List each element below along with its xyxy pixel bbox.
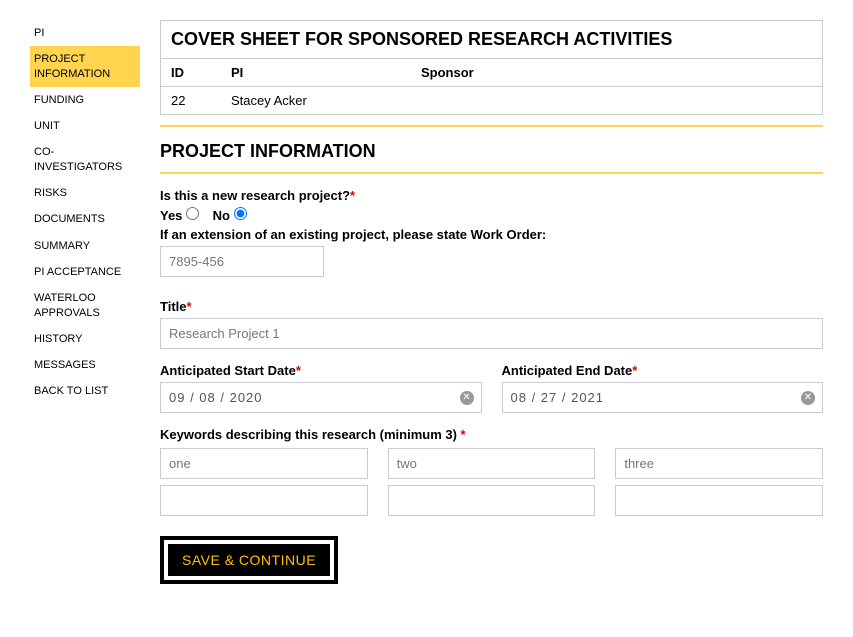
start-date-label: Anticipated Start Date*	[160, 363, 482, 378]
keyword-input-5[interactable]	[388, 485, 596, 516]
radio-yes[interactable]	[186, 207, 199, 220]
col-id: ID	[161, 59, 221, 87]
work-order-label: If an extension of an existing project, …	[160, 227, 823, 242]
new-project-label: Is this a new research project?*	[160, 188, 823, 203]
cell-sponsor	[411, 87, 822, 115]
save-button-highlight: SAVE & CONTINUE	[160, 536, 338, 584]
title-input[interactable]	[160, 318, 823, 349]
keyword-input-3[interactable]	[615, 448, 823, 479]
keyword-input-6[interactable]	[615, 485, 823, 516]
divider	[160, 125, 823, 127]
sidebar-item-summary[interactable]: SUMMARY	[30, 233, 140, 259]
sidebar-item-co-investigators[interactable]: CO-INVESTIGATORS	[30, 139, 140, 180]
title-label: Title*	[160, 299, 823, 314]
radio-yes-label[interactable]: Yes	[160, 208, 203, 223]
clear-icon[interactable]: ✕	[801, 391, 815, 405]
keyword-input-2[interactable]	[388, 448, 596, 479]
cell-pi: Stacey Acker	[221, 87, 411, 115]
save-continue-button[interactable]: SAVE & CONTINUE	[168, 544, 330, 576]
sidebar-item-risks[interactable]: RISKS	[30, 180, 140, 206]
sidebar-item-history[interactable]: HISTORY	[30, 326, 140, 352]
section-title: PROJECT INFORMATION	[160, 141, 823, 162]
keyword-input-4[interactable]	[160, 485, 368, 516]
divider	[160, 172, 823, 174]
cover-sheet-table: ID PI Sponsor 22 Stacey Acker	[161, 59, 822, 114]
start-date-input[interactable]	[160, 382, 482, 413]
sidebar-item-project-information[interactable]: PROJECT INFORMATION	[30, 46, 140, 87]
sidebar-item-pi-acceptance[interactable]: PI ACCEPTANCE	[30, 259, 140, 285]
end-date-input[interactable]	[502, 382, 824, 413]
radio-no-label[interactable]: No	[213, 208, 247, 223]
sidebar-item-back-to-list[interactable]: BACK TO LIST	[30, 378, 140, 404]
page-title: COVER SHEET FOR SPONSORED RESEARCH ACTIV…	[161, 21, 822, 59]
sidebar-item-documents[interactable]: DOCUMENTS	[30, 206, 140, 232]
end-date-label: Anticipated End Date*	[502, 363, 824, 378]
sidebar: PI PROJECT INFORMATION FUNDING UNIT CO-I…	[30, 20, 140, 584]
sidebar-item-funding[interactable]: FUNDING	[30, 87, 140, 113]
radio-no[interactable]	[234, 207, 247, 220]
sidebar-item-waterloo-approvals[interactable]: WATERLOO APPROVALS	[30, 285, 140, 326]
cell-id: 22	[161, 87, 221, 115]
sidebar-item-unit[interactable]: UNIT	[30, 113, 140, 139]
work-order-input[interactable]	[160, 246, 324, 277]
col-sponsor: Sponsor	[411, 59, 822, 87]
main-content: COVER SHEET FOR SPONSORED RESEARCH ACTIV…	[140, 20, 823, 584]
sidebar-item-messages[interactable]: MESSAGES	[30, 352, 140, 378]
keywords-label: Keywords describing this research (minim…	[160, 427, 823, 442]
table-row: 22 Stacey Acker	[161, 87, 822, 115]
clear-icon[interactable]: ✕	[460, 391, 474, 405]
col-pi: PI	[221, 59, 411, 87]
sidebar-item-pi[interactable]: PI	[30, 20, 140, 46]
keyword-input-1[interactable]	[160, 448, 368, 479]
cover-sheet-header: COVER SHEET FOR SPONSORED RESEARCH ACTIV…	[160, 20, 823, 115]
